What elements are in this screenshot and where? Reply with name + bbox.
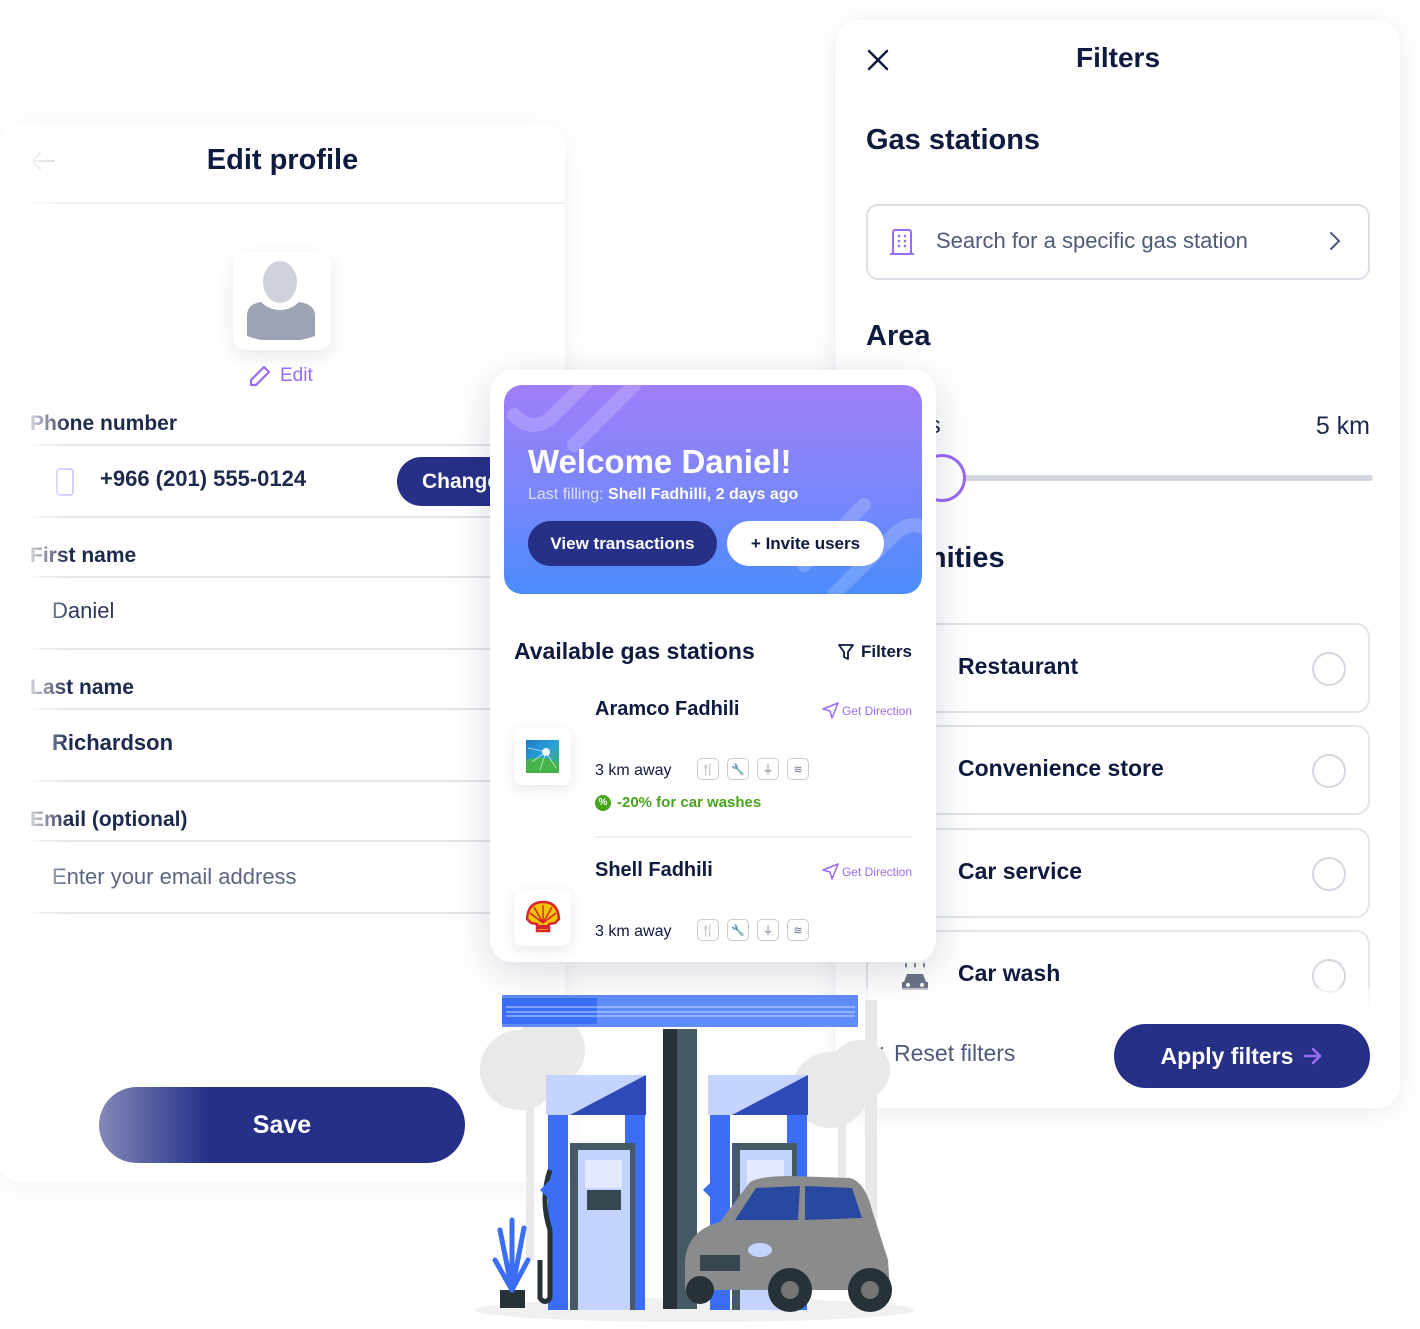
amenity-label: Car wash xyxy=(958,960,1061,986)
amenity-label: Car service xyxy=(958,858,1083,884)
apply-label: Apply filters xyxy=(1160,1042,1294,1069)
filters-button[interactable]: Filters xyxy=(837,642,912,662)
last-name-value: Richardson xyxy=(52,730,174,755)
avatar[interactable] xyxy=(233,252,331,350)
amenity-label: Convenience store xyxy=(958,755,1164,781)
email-label: Email (optional) xyxy=(30,808,188,831)
restaurant-icon: 🍴 xyxy=(697,919,719,941)
radius-value: 5 km xyxy=(1315,412,1370,440)
aramco-logo-icon xyxy=(526,740,559,773)
last-filling-value: Shell Fadhilli, 2 days ago xyxy=(608,486,799,503)
radius-slider[interactable] xyxy=(866,454,1373,502)
wrench-icon: 🔧 xyxy=(727,919,749,941)
plug-icon: ⏚ xyxy=(757,919,779,941)
gas-stations-heading: Gas stations xyxy=(866,124,1041,156)
station-amenities: 🍴 🔧 ⏚ ≋ xyxy=(697,758,809,780)
last-name-label: Last name xyxy=(30,676,134,699)
station-name: Shell Fadhili xyxy=(595,859,713,881)
wrench-icon: 🔧 xyxy=(727,758,749,780)
last-filling: Last filling: Shell Fadhilli, 2 days ago xyxy=(528,486,798,504)
promo-text: -20% for car washes xyxy=(617,794,762,811)
pencil-icon xyxy=(249,365,271,387)
edit-avatar-link[interactable]: Edit xyxy=(248,364,313,388)
arrow-right-icon xyxy=(1304,1047,1322,1065)
profile-header: Edit profile xyxy=(0,124,565,204)
email-placeholder: Enter your email address xyxy=(52,864,297,889)
direction-label: Get Direction xyxy=(841,864,912,879)
station-distance: 3 km away xyxy=(595,923,672,940)
first-name-value: Daniel xyxy=(52,598,115,623)
email-field[interactable]: Enter your email address xyxy=(30,840,565,914)
car-wash-icon: ≋ xyxy=(787,758,809,780)
area-heading: Area xyxy=(866,320,931,352)
search-placeholder: Search for a specific gas station xyxy=(936,228,1248,253)
gas-station-search[interactable]: Search for a specific gas station xyxy=(866,204,1370,280)
amenity-option[interactable]: Car service xyxy=(866,828,1370,918)
shell-logo-icon xyxy=(525,900,561,933)
car-wash-icon: ≋ xyxy=(787,919,809,941)
save-button[interactable]: Save xyxy=(99,1087,465,1163)
first-name-label: First name xyxy=(30,544,137,567)
navigation-icon xyxy=(822,863,839,880)
available-stations-heading: Available gas stations xyxy=(514,638,755,664)
home-screen: Welcome Daniel! Last filling: Shell Fadh… xyxy=(490,370,936,962)
last-name-field[interactable]: Richardson xyxy=(30,708,565,782)
filters-title: Filters xyxy=(1075,42,1161,73)
divider xyxy=(595,836,912,838)
welcome-title: Welcome Daniel! xyxy=(528,443,792,480)
amenity-radio[interactable] xyxy=(1312,857,1346,891)
user-avatar-icon xyxy=(247,261,315,340)
station-distance: 3 km away xyxy=(595,762,672,779)
last-filling-prefix: Last filling: xyxy=(528,486,604,503)
page-title: Edit profile xyxy=(206,144,359,176)
filter-icon xyxy=(838,644,854,660)
station-item[interactable]: Shell Fadhili Get Direction 3 km away 🍴 … xyxy=(514,859,912,962)
discount-icon: % xyxy=(595,794,611,811)
amenity-option[interactable]: Restaurant xyxy=(866,623,1370,713)
view-transactions-button[interactable]: View transactions xyxy=(528,521,717,566)
building-icon xyxy=(890,229,914,255)
plug-icon: ⏚ xyxy=(757,758,779,780)
filters-label: Filters xyxy=(860,642,912,661)
phone-field: +966 (201) 555-0124 Change xyxy=(30,444,565,518)
direction-label: Get Direction xyxy=(841,703,912,718)
station-item[interactable]: Aramco Fadhili Get Direction 3 km away 🍴… xyxy=(514,698,912,848)
invite-users-button[interactable]: + Invite users xyxy=(727,521,884,566)
phone-label: Phone number xyxy=(30,412,178,435)
gas-station-illustration xyxy=(475,995,915,1322)
restaurant-icon: 🍴 xyxy=(697,758,719,780)
phone-value: +966 (201) 555-0124 xyxy=(100,466,307,491)
navigation-icon xyxy=(822,702,839,719)
station-name: Aramco Fadhili xyxy=(595,698,740,720)
welcome-banner: Welcome Daniel! Last filling: Shell Fadh… xyxy=(504,385,922,594)
station-promo: % -20% for car washes xyxy=(595,794,761,811)
station-logo xyxy=(514,728,571,785)
phone-icon xyxy=(56,468,74,496)
amenity-radio[interactable] xyxy=(1312,652,1346,686)
amenity-option[interactable]: Convenience store xyxy=(866,725,1370,815)
amenity-label: Restaurant xyxy=(958,653,1079,679)
first-name-field[interactable]: Daniel xyxy=(30,576,565,650)
get-direction-link[interactable]: Get Direction xyxy=(822,863,912,880)
chevron-right-icon xyxy=(1330,232,1341,250)
station-amenities: 🍴 🔧 ⏚ ≋ xyxy=(697,919,809,941)
apply-filters-button[interactable]: Apply filters xyxy=(1114,1024,1370,1088)
amenity-radio[interactable] xyxy=(1312,754,1346,788)
station-logo xyxy=(514,889,571,946)
edit-label: Edit xyxy=(280,365,313,386)
get-direction-link[interactable]: Get Direction xyxy=(822,702,912,719)
